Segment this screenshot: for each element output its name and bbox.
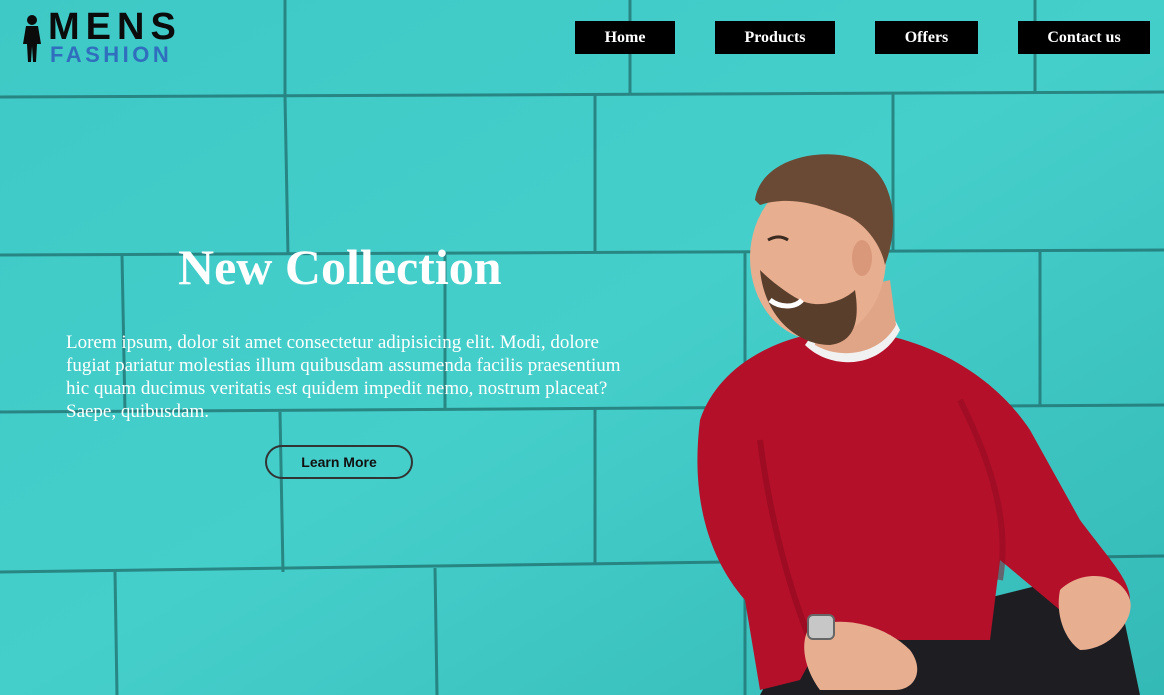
hero-description: Lorem ipsum, dolor sit amet consectetur … <box>66 332 621 422</box>
nav-products-link[interactable]: Products <box>715 21 835 54</box>
nav-contact-link[interactable]: Contact us <box>1018 21 1150 54</box>
brand-logo[interactable]: MENS FASHION <box>18 6 218 67</box>
learn-more-button[interactable]: Learn More <box>265 445 413 479</box>
nav-offers-link[interactable]: Offers <box>875 21 978 54</box>
man-silhouette-icon <box>23 15 41 62</box>
hero-title: New Collection <box>178 239 502 295</box>
logo-text-fashion: FASHION <box>50 42 173 67</box>
nav-home-link[interactable]: Home <box>575 21 675 54</box>
